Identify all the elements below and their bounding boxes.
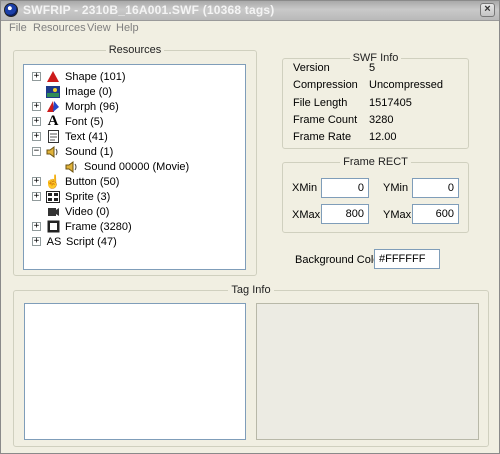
tree-item-label: Image (0) bbox=[65, 85, 113, 98]
tree-item-label: Font (5) bbox=[65, 115, 104, 128]
ymin-field[interactable]: 0 bbox=[412, 178, 459, 198]
collapse-icon[interactable]: − bbox=[32, 147, 41, 156]
tree-item-frame[interactable]: + Frame (3280) bbox=[32, 219, 132, 234]
menu-bar: File Resources View Help bbox=[1, 21, 499, 37]
tree-item-text[interactable]: + Text (41) bbox=[32, 129, 108, 144]
tag-info-list[interactable] bbox=[24, 303, 246, 440]
frame-rate-label: Frame Rate bbox=[293, 131, 352, 143]
menu-file[interactable]: File bbox=[9, 22, 27, 34]
background-color-field[interactable]: #FFFFFF bbox=[374, 249, 440, 269]
background-color-label: Background Color bbox=[295, 254, 384, 266]
video-icon bbox=[45, 205, 61, 219]
title-bar[interactable]: SWFRIP - 2310B_16A001.SWF (10368 tags) × bbox=[1, 1, 499, 21]
tree-item-script[interactable]: + AS Script (47) bbox=[32, 234, 117, 249]
shape-icon bbox=[45, 70, 61, 84]
tree-item-font[interactable]: + A Font (5) bbox=[32, 113, 104, 129]
sound-icon bbox=[45, 145, 61, 159]
ymin-label: YMin bbox=[383, 182, 409, 194]
tree-item-label: Sound (1) bbox=[65, 145, 114, 158]
main-window: SWFRIP - 2310B_16A001.SWF (10368 tags) ×… bbox=[0, 0, 500, 454]
expand-icon[interactable]: + bbox=[32, 237, 41, 246]
font-icon: A bbox=[47, 113, 59, 129]
frame-rect-legend: Frame RECT bbox=[343, 156, 408, 168]
app-icon bbox=[4, 3, 18, 17]
tree-item-label: Sprite (3) bbox=[65, 190, 111, 203]
tag-info-legend: Tag Info bbox=[231, 284, 271, 296]
tree-item-shape[interactable]: + Shape (101) bbox=[32, 69, 126, 84]
xmax-field[interactable]: 800 bbox=[321, 204, 369, 224]
tag-info-detail[interactable] bbox=[256, 303, 479, 440]
tree-item-label: Sound 00000 (Movie) bbox=[84, 160, 190, 173]
menu-resources[interactable]: Resources bbox=[33, 22, 86, 34]
tree-item-label: Frame (3280) bbox=[65, 220, 132, 233]
close-button[interactable]: × bbox=[480, 3, 495, 17]
tree-item-sprite[interactable]: + Sprite (3) bbox=[32, 189, 110, 204]
version-value: 5 bbox=[369, 62, 376, 74]
tree-item-sound[interactable]: − Sound (1) bbox=[32, 144, 113, 159]
tree-item-sound-00000[interactable]: Sound 00000 (Movie) bbox=[60, 159, 189, 174]
expand-icon[interactable]: + bbox=[32, 177, 41, 186]
menu-help[interactable]: Help bbox=[116, 22, 139, 34]
sound-icon bbox=[64, 160, 80, 174]
frame-rate-value: 12.00 bbox=[369, 131, 397, 143]
xmax-label: XMax bbox=[292, 209, 321, 221]
file-length-value: 1517405 bbox=[369, 97, 412, 109]
expand-icon[interactable]: + bbox=[32, 222, 41, 231]
tree-item-label: Morph (96) bbox=[65, 100, 119, 113]
button-icon: ☝ bbox=[44, 173, 62, 189]
xmin-field[interactable]: 0 bbox=[321, 178, 369, 198]
tree-item-label: Button (50) bbox=[65, 175, 120, 188]
tree-item-label: Video (0) bbox=[65, 205, 110, 218]
tree-item-label: Shape (101) bbox=[65, 70, 126, 83]
expand-icon[interactable]: + bbox=[32, 72, 41, 81]
tree-item-label: Script (47) bbox=[66, 235, 117, 248]
tree-item-button[interactable]: + ☝ Button (50) bbox=[32, 174, 119, 189]
compression-label: Compression bbox=[293, 79, 358, 91]
sprite-icon bbox=[45, 190, 61, 204]
frame-icon bbox=[45, 220, 61, 234]
expand-icon[interactable]: + bbox=[32, 192, 41, 201]
version-label: Version bbox=[293, 62, 330, 74]
window-title: SWFRIP - 2310B_16A001.SWF (10368 tags) bbox=[23, 3, 275, 17]
ymax-field[interactable]: 600 bbox=[412, 204, 459, 224]
image-icon bbox=[45, 85, 61, 99]
script-icon: AS bbox=[46, 235, 62, 248]
resources-tree[interactable]: + Shape (101) Image (0) + Morph (96) + A… bbox=[23, 64, 246, 270]
xmin-label: XMin bbox=[292, 182, 318, 194]
frame-count-label: Frame Count bbox=[293, 114, 358, 126]
ymax-label: YMax bbox=[383, 209, 412, 221]
compression-value: Uncompressed bbox=[369, 79, 443, 91]
tree-item-video[interactable]: Video (0) bbox=[32, 204, 109, 219]
file-length-label: File Length bbox=[293, 97, 348, 109]
tree-item-morph[interactable]: + Morph (96) bbox=[32, 99, 119, 114]
swf-info-legend: SWF Info bbox=[352, 52, 399, 64]
tree-item-label: Text (41) bbox=[65, 130, 108, 143]
expand-icon[interactable]: + bbox=[32, 102, 41, 111]
tree-item-image[interactable]: Image (0) bbox=[32, 84, 112, 99]
morph-icon bbox=[45, 100, 61, 114]
resources-legend: Resources bbox=[108, 44, 162, 56]
menu-view[interactable]: View bbox=[87, 22, 111, 34]
close-icon: × bbox=[484, 3, 491, 15]
expand-icon[interactable]: + bbox=[32, 117, 41, 126]
frame-count-value: 3280 bbox=[369, 114, 394, 126]
expand-icon[interactable]: + bbox=[32, 132, 41, 141]
text-icon bbox=[45, 130, 61, 144]
